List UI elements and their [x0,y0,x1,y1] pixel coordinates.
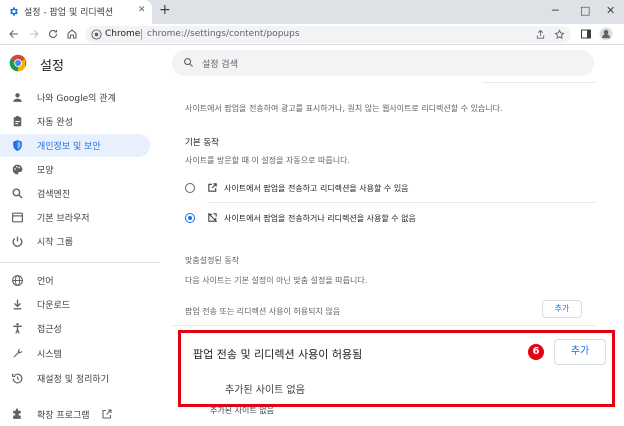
sidebar-item-on-startup[interactable]: 시작 그룹 [0,230,150,253]
sidebar-item-label: 접근성 [37,325,62,335]
address-bar[interactable]: Chrome chrome://settings/content/popups [85,26,571,43]
bookmark-star-icon[interactable] [554,29,565,40]
person-icon [11,91,24,104]
shield-icon [11,139,24,152]
palette-icon [11,163,24,176]
accessibility-icon [11,322,24,335]
sidebar-item-label: 개인정보 및 보안 [37,142,101,152]
tab-title: 설정 - 팝업 및 리디렉션 [24,8,114,18]
sidebar-item-languages[interactable]: 언어 [0,269,150,292]
add-blocked-site-button[interactable]: 추가 [542,300,582,318]
settings-search-input[interactable]: 설정 검색 [172,50,594,76]
side-panel-icon[interactable] [580,28,592,40]
no-sites-added-text: 추가된 사이트 없음 [225,385,305,396]
sidebar-item-autofill[interactable]: 자동 완성 [0,110,150,133]
radio-allow-popups[interactable] [185,183,195,193]
site-label: Chrome [105,29,141,39]
popup-blocked-icon [207,212,218,223]
sidebar-item-accessibility[interactable]: 접근성 [0,317,150,340]
sidebar-item-label: 모양 [37,166,54,176]
sidebar-item-label: 재설정 및 정리하기 [37,375,109,385]
section-divider [172,325,596,326]
sidebar-item-privacy-security[interactable]: 개인정보 및 보안 [0,134,150,157]
option-allow-label[interactable]: 사이트에서 팝업을 전송하고 리디렉션을 사용할 수 있음 [224,183,409,194]
not-allowed-section-label: 팝업 전송 또는 리디렉션 사용이 허용되지 않음 [185,307,341,316]
history-icon [11,372,24,385]
address-separator [141,29,142,40]
sidebar-item-label: 시스템 [37,350,62,360]
sidebar-item-downloads[interactable]: 다운로드 [0,293,150,316]
sidebar-item-label: 시작 그룹 [37,238,73,248]
chrome-icon [91,29,102,40]
forward-icon[interactable] [28,28,40,40]
default-behavior-heading: 기본 동작 [185,138,219,148]
browser-icon [11,211,24,224]
open-in-new-icon [207,182,218,193]
search-icon [11,187,24,200]
sidebar-item-label: 다운로드 [37,301,71,311]
sidebar-item-label: 검색엔진 [37,190,71,200]
sidebar-item-extensions[interactable]: 확장 프로그램 [0,403,150,426]
new-tab-button[interactable]: + [159,2,171,18]
home-icon[interactable] [66,28,78,40]
custom-behavior-desc: 다음 사이트는 기본 설정이 아닌 맞춤 설정을 따릅니다. [185,276,368,285]
minimize-button[interactable]: ─ [552,4,559,17]
allowed-section-title: 팝업 전송 및 리디렉션 사용이 허용됨 [193,348,363,361]
page-title: 설정 [40,59,64,74]
reload-icon[interactable] [47,28,59,40]
option-divider [207,202,596,203]
add-allowed-site-button[interactable]: 추가 [554,339,606,365]
download-icon [11,298,24,311]
search-icon [183,57,194,68]
option-block-label[interactable]: 사이트에서 팝업을 전송하거나 리디렉션을 사용할 수 없음 [224,213,416,224]
open-in-new-icon [101,408,113,420]
maximize-button[interactable]: □ [580,4,590,17]
toolbar: Chrome chrome://settings/content/popups [0,24,624,45]
back-icon[interactable] [8,28,20,40]
wrench-icon [11,347,24,360]
profile-avatar-icon[interactable] [599,27,613,41]
url-text[interactable]: chrome://settings/content/popups [147,29,300,39]
sidebar-item-default-browser[interactable]: 기본 브라우저 [0,206,150,229]
tab-close-icon[interactable]: ✕ [138,5,146,15]
globe-icon [11,274,24,287]
settings-header: 설정 설정 검색 [0,46,624,80]
clipboard-icon [11,115,24,128]
close-window-button[interactable]: ✕ [606,4,615,17]
gear-icon [8,6,19,17]
tab-strip: 설정 - 팝업 및 리디렉션 ✕ + ─ □ ✕ [0,0,624,24]
power-icon [11,235,24,248]
sidebar-item-label: 확장 프로그램 [37,411,90,421]
sidebar-item-label: 나와 Google의 관계 [37,94,116,104]
sidebar-item-label: 자동 완성 [37,118,73,128]
allowed-section-highlight: 팝업 전송 및 리디렉션 사용이 허용됨 6 추가 추가된 사이트 없음 [178,330,615,407]
sidebar-item-search-engine[interactable]: 검색엔진 [0,182,150,205]
radio-block-popups[interactable] [185,213,195,223]
search-placeholder: 설정 검색 [202,60,238,70]
step-number-badge: 6 [528,344,544,360]
underlying-no-sites-text: 추가된 사이트 없음 [210,406,274,415]
sidebar-item-appearance[interactable]: 모양 [0,158,150,181]
sidebar-item-label: 기본 브라우저 [37,214,90,224]
custom-behavior-heading: 맞춤설정된 동작 [185,256,240,265]
sidebar-item-system[interactable]: 시스템 [0,342,150,365]
sidebar-item-label: 언어 [37,277,54,287]
tab-settings[interactable]: 설정 - 팝업 및 리디렉션 ✕ [0,0,152,24]
sidebar-divider [0,262,160,263]
sidebar-item-reset[interactable]: 재설정 및 정리하기 [0,367,150,390]
top-divider [482,82,596,83]
default-behavior-desc: 사이트를 방문할 때 이 설정을 자동으로 따릅니다. [185,156,350,165]
sidebar-item-you-and-google[interactable]: 나와 Google의 관계 [0,86,150,109]
intro-text: 사이트에서 팝업을 전송하여 광고를 표시하거나, 원치 않는 웹사이트로 리디… [185,104,503,113]
chrome-logo-icon [9,54,27,72]
share-icon[interactable] [535,29,546,40]
puzzle-icon [11,408,24,421]
